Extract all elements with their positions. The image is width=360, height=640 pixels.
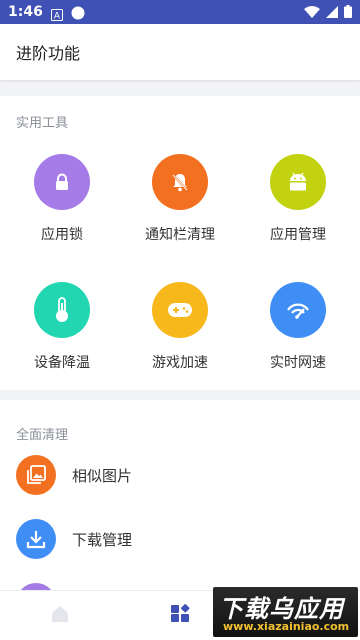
home-icon — [50, 604, 70, 628]
watermark-main: 下载乌应用 — [219, 595, 344, 623]
notification-a-icon: A — [50, 6, 63, 22]
tool-label: 游戏加速 — [152, 355, 208, 371]
photo-icon — [16, 455, 56, 495]
list-item-label: 相似图片 — [72, 466, 133, 485]
tool-app-manage[interactable]: 应用管理 — [238, 154, 358, 264]
wifi-icon — [304, 3, 320, 22]
svg-text:A: A — [54, 12, 61, 22]
list-item-similar-photos[interactable]: 相似图片 — [0, 447, 360, 503]
tool-device-cool[interactable]: 设备降温 — [2, 282, 122, 392]
status-bar: 1:46 A — [0, 0, 360, 24]
circle-dot-icon — [71, 5, 85, 20]
gamepad-icon — [152, 282, 208, 338]
signal-icon — [326, 3, 338, 22]
tool-net-speed[interactable]: 实时网速 — [238, 282, 358, 392]
section-title-tools: 实用工具 — [16, 116, 69, 131]
section-title-clean: 全面清理 — [16, 428, 69, 443]
page-title: 进阶功能 — [16, 44, 81, 63]
tool-game-boost[interactable]: 游戏加速 — [120, 282, 240, 392]
tool-label: 应用锁 — [41, 227, 83, 243]
bell-off-icon — [152, 154, 208, 210]
download-icon — [16, 519, 56, 559]
partial-item-icon — [16, 583, 56, 590]
tool-label: 设备降温 — [34, 355, 90, 371]
clean-section: 全面清理 相似图片 下载管理 — [0, 400, 360, 590]
lock-icon — [34, 154, 90, 210]
android-icon — [270, 154, 326, 210]
tool-label: 通知栏清理 — [145, 227, 215, 243]
apps-icon — [170, 603, 190, 628]
speed-icon — [270, 282, 326, 338]
tool-app-lock[interactable]: 应用锁 — [2, 154, 122, 264]
list-item-label: 下载管理 — [72, 530, 133, 549]
status-time: 1:46 — [8, 4, 43, 20]
list-item-download-manage[interactable]: 下载管理 — [0, 511, 360, 567]
nav-apps[interactable] — [150, 591, 210, 640]
nav-home[interactable] — [30, 591, 90, 640]
tool-label: 应用管理 — [270, 227, 326, 243]
thermometer-icon — [34, 282, 90, 338]
tools-section: 实用工具 应用锁 通知栏清理 应用管理 设备降温 游戏加速 实时网速 — [0, 96, 360, 390]
watermark-url: www.xiazainiao.com — [223, 620, 350, 633]
tool-label: 实时网速 — [270, 355, 326, 371]
watermark-logo: 下载乌应用 www.xiazainiao.com — [213, 587, 358, 637]
tool-notification-clean[interactable]: 通知栏清理 — [120, 154, 240, 264]
battery-icon — [344, 3, 352, 22]
app-bar: 进阶功能 — [0, 24, 360, 80]
